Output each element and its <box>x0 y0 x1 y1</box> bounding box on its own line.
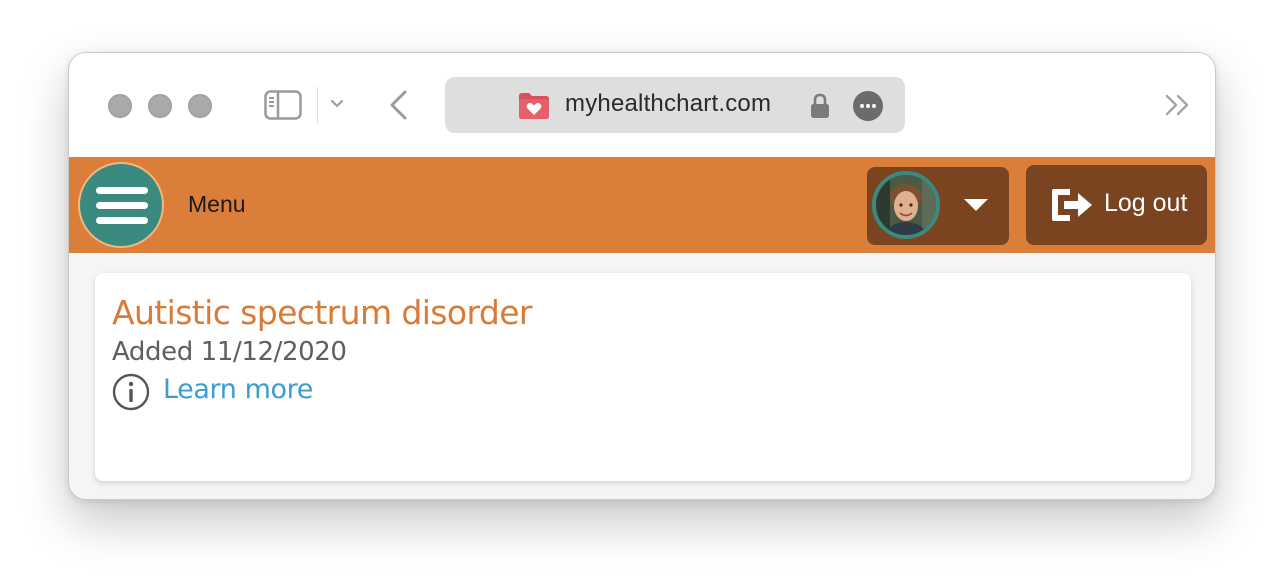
address-bar[interactable]: myhealthchart.com <box>445 77 905 133</box>
health-folder-icon <box>519 93 549 119</box>
learn-more-link[interactable]: Learn more <box>163 374 313 405</box>
logout-button[interactable]: Log out <box>1026 165 1207 245</box>
menu-label[interactable]: Menu <box>188 191 246 218</box>
back-chevron-icon[interactable] <box>387 87 411 123</box>
lock-icon <box>811 93 829 118</box>
browser-toolbar: myhealthchart.com <box>69 53 1215 157</box>
ellipsis-icon[interactable] <box>853 91 883 121</box>
zoom-window-button[interactable] <box>188 94 212 118</box>
condition-card: Autistic spectrum disorder Added 11/12/2… <box>95 273 1191 481</box>
info-icon[interactable] <box>112 373 150 411</box>
avatar <box>872 171 940 239</box>
menu-button[interactable] <box>78 162 164 248</box>
minimize-window-button[interactable] <box>148 94 172 118</box>
condition-added-date: Added 11/12/2020 <box>112 337 347 367</box>
toolbar-divider <box>317 87 318 123</box>
user-menu-button[interactable] <box>867 167 1009 245</box>
double-chevron-right-icon[interactable] <box>1163 91 1193 119</box>
caret-down-icon <box>964 199 988 211</box>
main-content: Autistic spectrum disorder Added 11/12/2… <box>69 253 1215 499</box>
logout-label: Log out <box>1104 189 1188 217</box>
chevron-down-icon[interactable] <box>328 95 346 113</box>
close-window-button[interactable] <box>108 94 132 118</box>
sidebar-icon[interactable] <box>264 90 302 120</box>
condition-title: Autistic spectrum disorder <box>112 293 532 332</box>
url-text: myhealthchart.com <box>565 90 772 117</box>
avatar-photo-icon <box>876 175 936 235</box>
browser-window: myhealthchart.com Menu Log out Autistic … <box>68 52 1216 500</box>
logout-icon <box>1052 189 1092 221</box>
app-header: Menu Log out <box>69 157 1215 253</box>
